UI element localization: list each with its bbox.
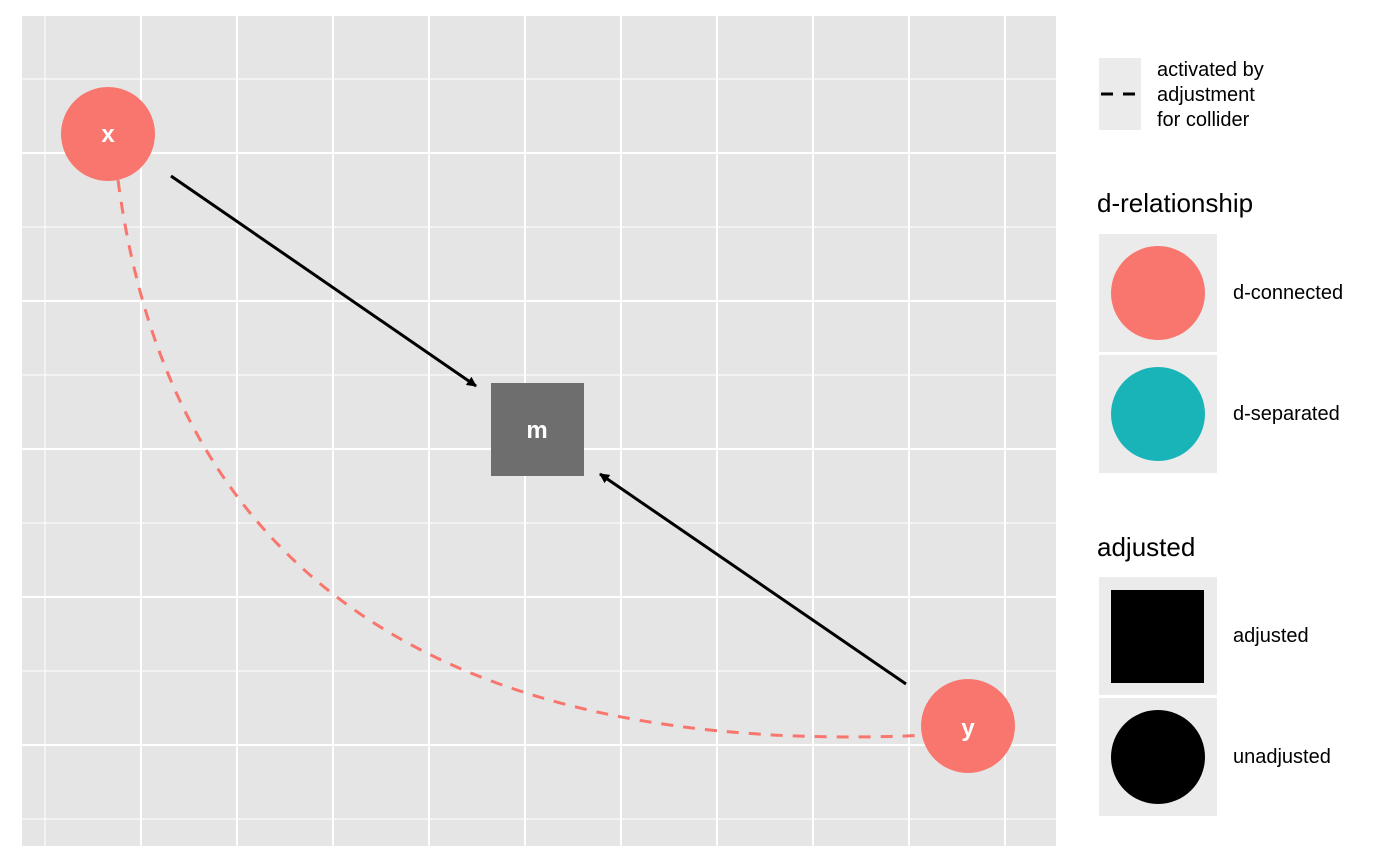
legend-label-adjusted: adjusted (1233, 625, 1309, 647)
node-x-label: x (101, 121, 115, 148)
legend-linetype-line1: activated by (1157, 59, 1264, 81)
legend-circle-icon (1111, 710, 1205, 804)
legend-label-d-connected: d-connected (1233, 282, 1344, 304)
legend-title-d-relationship: d-relationship (1097, 188, 1254, 218)
node-y-label: y (961, 715, 975, 742)
legend-circle-d-separated-icon (1111, 367, 1205, 461)
legend-label-unadjusted: unadjusted (1233, 746, 1331, 768)
legend-square-icon (1111, 590, 1204, 683)
legend-title-adjusted: adjusted (1097, 532, 1196, 562)
legend-linetype-label: activated by adjustment for collider (1157, 58, 1264, 133)
node-m-label: m (526, 417, 547, 444)
legend-circle-d-connected-icon (1111, 246, 1205, 340)
legend-linetype-line3: for collider (1157, 109, 1250, 131)
legend-linetype-line2: adjustment (1157, 84, 1255, 106)
legend-label-d-separated: d-separated (1233, 403, 1340, 425)
